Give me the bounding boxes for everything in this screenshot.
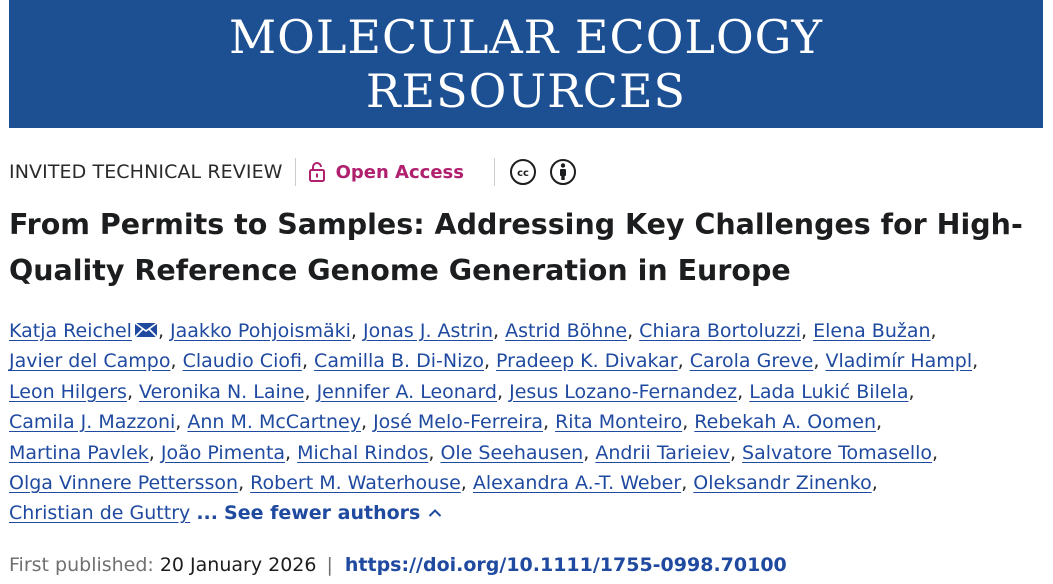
author-link[interactable]: Salvatore Tomasello xyxy=(742,442,932,464)
author-link[interactable]: Elena Bužan xyxy=(813,320,930,342)
author-link[interactable]: Claudio Ciofi xyxy=(183,350,302,372)
journal-banner[interactable]: MOLECULAR ECOLOGY RESOURCES xyxy=(9,0,1043,128)
author-link[interactable]: Astrid Böhne xyxy=(505,320,627,342)
creative-commons-icon[interactable]: cc xyxy=(509,158,537,186)
meta-divider xyxy=(294,158,296,186)
author-link[interactable]: Pradeep K. Divakar xyxy=(496,350,678,372)
author-link[interactable]: Lada Lukić Bilela xyxy=(749,381,908,403)
author-link[interactable]: Jaakko Pohjoismäki xyxy=(170,320,351,342)
author-link[interactable]: Leon Hilgers xyxy=(9,381,127,403)
meta-divider-2 xyxy=(493,158,495,186)
author-link[interactable]: Andrii Tarieiev xyxy=(595,442,730,464)
publication-date: 20 January 2026 xyxy=(159,554,317,576)
journal-name-line-2: RESOURCES xyxy=(365,64,687,118)
author-link[interactable]: Alexandra A.-T. Weber xyxy=(473,472,681,494)
title-line-1: From Permits to Samples: Addressing Key … xyxy=(9,208,1023,241)
author-link[interactable]: Camila J. Mazzoni xyxy=(9,411,175,433)
author-link[interactable]: João Pimenta xyxy=(161,442,285,464)
mail-icon[interactable] xyxy=(134,322,158,338)
doi-link[interactable]: https://doi.org/10.1111/1755-0998.70100 xyxy=(345,554,787,576)
attribution-icon[interactable] xyxy=(549,158,577,186)
publication-info: First published: 20 January 2026 | https… xyxy=(9,550,787,580)
title-line-2: Quality Reference Genome Generation in E… xyxy=(9,254,791,287)
author-link[interactable]: Robert M. Waterhouse xyxy=(250,472,461,494)
author-link[interactable]: Carola Greve xyxy=(690,350,814,372)
license-icons[interactable]: cc xyxy=(509,158,589,186)
author-link[interactable]: Javier del Campo xyxy=(9,350,170,372)
author-link[interactable]: José Melo-Ferreira xyxy=(373,411,543,433)
author-link[interactable]: Ole Seehausen xyxy=(440,442,583,464)
svg-text:cc: cc xyxy=(517,168,529,179)
author-link[interactable]: Martina Pavlek xyxy=(9,442,149,464)
author-link[interactable]: Olga Vinnere Pettersson xyxy=(9,472,238,494)
first-published-label: First published: xyxy=(9,554,154,576)
lock-icon xyxy=(308,162,325,182)
author-link[interactable]: Rebekah A. Oomen xyxy=(694,411,876,433)
author-link[interactable]: Jennifer A. Leonard xyxy=(317,381,497,403)
article-title: From Permits to Samples: Addressing Key … xyxy=(9,202,1049,294)
see-fewer-authors-button[interactable]: See fewer authors xyxy=(224,502,442,524)
authors-ellipsis: ... xyxy=(196,502,218,525)
open-access-label: Open Access xyxy=(335,161,464,183)
article-meta-row: INVITED TECHNICAL REVIEW Open Access cc xyxy=(9,156,589,188)
author-link[interactable]: Veronika N. Laine xyxy=(139,381,304,403)
publication-separator: | xyxy=(326,554,333,576)
chevron-up-icon xyxy=(429,509,442,518)
see-fewer-authors-label: See fewer authors xyxy=(224,502,421,525)
author-link[interactable]: Rita Monteiro xyxy=(555,411,682,433)
author-link[interactable]: Katja Reichel xyxy=(9,320,132,342)
open-access-badge[interactable]: Open Access xyxy=(308,161,464,183)
author-link[interactable]: Jonas J. Astrin xyxy=(363,320,493,342)
author-link[interactable]: Jesus Lozano-Fernandez xyxy=(509,381,737,403)
author-link[interactable]: Christian de Guttry xyxy=(9,502,190,524)
author-link[interactable]: Vladimír Hampl xyxy=(825,350,972,372)
author-link[interactable]: Chiara Bortoluzzi xyxy=(639,320,801,342)
author-link[interactable]: Oleksandr Zinenko xyxy=(693,472,871,494)
journal-name-line-1: MOLECULAR ECOLOGY xyxy=(229,10,823,64)
author-link[interactable]: Michal Rindos xyxy=(297,442,428,464)
author-list: Katja Reichel, Jaakko Pohjoismäki, Jonas… xyxy=(9,320,979,525)
author-link[interactable]: Camilla B. Di-Nizo xyxy=(314,350,484,372)
author-link[interactable]: Ann M. McCartney xyxy=(187,411,361,433)
article-type: INVITED TECHNICAL REVIEW xyxy=(9,161,283,183)
